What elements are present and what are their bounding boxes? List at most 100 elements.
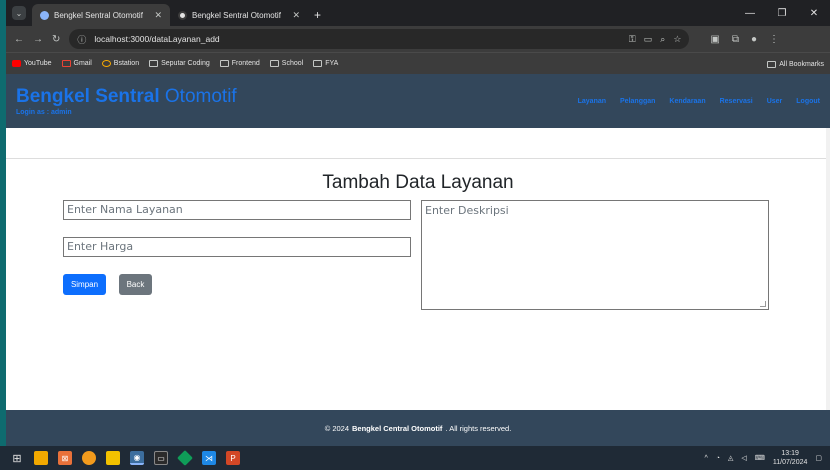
- new-tab-icon[interactable]: +: [314, 8, 321, 22]
- file-explorer-icon[interactable]: [34, 451, 48, 465]
- bookmark-label: Seputar Coding: [161, 60, 210, 67]
- brand-light: Otomotif: [164, 86, 237, 107]
- bookmark-label: All Bookmarks: [779, 60, 824, 68]
- password-key-icon[interactable]: ⚿: [629, 34, 636, 45]
- tab-title: Bengkel Sentral Otomotif: [54, 10, 143, 20]
- bookmark-label: Gmail: [73, 60, 92, 67]
- gmail-icon: [61, 60, 71, 67]
- folder-icon: [149, 60, 159, 67]
- nama-layanan-input[interactable]: Enter Nama Layanan: [63, 200, 411, 220]
- maximize-icon[interactable]: ❐: [766, 0, 798, 26]
- address-bar[interactable]: ⓘ localhost:3000/dataLayanan_add ⚿ ▭ ⌕ ☆: [69, 29, 690, 49]
- powerpoint-icon[interactable]: P: [226, 451, 240, 465]
- nav-kendaraan[interactable]: Kendaraan: [669, 98, 705, 105]
- zoom-icon[interactable]: ⌕: [660, 34, 665, 45]
- brand-logo[interactable]: Bengkel Sentral Otomotif: [16, 86, 237, 108]
- close-window-icon[interactable]: ✕: [798, 0, 830, 26]
- divider: [6, 158, 830, 159]
- clock[interactable]: 13:19 11/07/2024: [773, 449, 808, 467]
- url-text: localhost:3000/dataLayanan_add: [94, 34, 220, 44]
- deskripsi-textarea[interactable]: Enter Deskripsi: [421, 200, 769, 310]
- tab-strip: ⌄ Bengkel Sentral Otomotif ✕ Bengkel Sen…: [6, 0, 830, 26]
- extensions-puzzle-icon[interactable]: ⧉: [732, 34, 739, 45]
- clock-date: 11/07/2024: [772, 459, 808, 466]
- nav-layanan[interactable]: Layanan: [578, 98, 606, 105]
- close-tab-icon[interactable]: ✕: [154, 10, 162, 21]
- bookmark-youtube[interactable]: YouTube: [12, 60, 52, 67]
- web-page: Bengkel Sentral Otomotif Login as : admi…: [6, 74, 830, 446]
- chrome-icon[interactable]: [82, 451, 96, 465]
- bookmark-label: School: [281, 60, 304, 67]
- extension-icon[interactable]: ▣: [710, 34, 719, 45]
- network-icon[interactable]: ◔: [716, 455, 720, 462]
- bookmark-folder-seputar-coding[interactable]: Seputar Coding: [149, 60, 210, 67]
- all-bookmarks[interactable]: All Bookmarks: [767, 53, 824, 75]
- site-info-icon[interactable]: ⓘ: [77, 33, 86, 46]
- bookmark-label: YouTube: [24, 60, 52, 67]
- volume-icon[interactable]: ◁: [741, 454, 746, 462]
- chevron-up-icon[interactable]: ^: [704, 455, 707, 462]
- nav-logout[interactable]: Logout: [796, 98, 820, 105]
- bookmark-star-icon[interactable]: ☆: [673, 34, 681, 45]
- bookmark-folder-frontend[interactable]: Frontend: [219, 60, 260, 67]
- bookmark-label: Bstation: [113, 60, 140, 67]
- bookmark-folder-fya[interactable]: FYA: [313, 60, 338, 67]
- page-title: Tambah Data Layanan: [322, 172, 514, 193]
- system-tray: ^ ◔ ◬ ◁ ⌨ 13:19 11/07/2024 ▢: [704, 446, 822, 470]
- nav-reservasi[interactable]: Reservasi: [720, 98, 753, 105]
- browser-active-icon[interactable]: ◉: [130, 451, 144, 465]
- tab-title: Bengkel Sentral Otomotif: [192, 10, 281, 20]
- resize-handle-icon[interactable]: [760, 301, 766, 307]
- bookmark-gmail[interactable]: Gmail: [61, 60, 92, 67]
- favicon-icon: [40, 10, 49, 20]
- folder-icon: [313, 60, 323, 67]
- folder-icon: [219, 60, 229, 67]
- favicon-icon: [178, 10, 187, 20]
- keyboard-icon[interactable]: ⌨: [755, 454, 765, 462]
- windows-start-icon[interactable]: ⊞: [10, 451, 24, 465]
- window-controls: — ❐ ✕: [734, 0, 830, 26]
- terminal-icon[interactable]: ▭: [154, 451, 168, 465]
- harga-input[interactable]: Enter Harga: [63, 237, 411, 257]
- wifi-icon[interactable]: ◬: [728, 454, 733, 462]
- vscode-icon[interactable]: ⋊: [202, 451, 216, 465]
- folder-icon[interactable]: [106, 451, 120, 465]
- back-arrow-icon[interactable]: ←: [14, 34, 24, 45]
- folder-icon: [269, 60, 279, 67]
- site-header: Bengkel Sentral Otomotif Login as : admi…: [6, 74, 830, 128]
- bookmarks-bar: YouTube Gmail Bstation Seputar Coding Fr…: [6, 52, 830, 74]
- nav-pelanggan[interactable]: Pelanggan: [620, 98, 655, 105]
- bstation-icon: [101, 60, 111, 67]
- footer-brand: Bengkel Central Otomotif: [352, 423, 443, 433]
- reload-icon[interactable]: ↻: [52, 34, 60, 45]
- clock-time: 13:19: [781, 450, 799, 457]
- xampp-icon[interactable]: ⊠: [58, 451, 72, 465]
- main-nav: Layanan Pelanggan Kendaraan Reservasi Us…: [578, 98, 820, 105]
- folder-icon: [767, 60, 777, 68]
- back-button[interactable]: Back: [119, 274, 152, 295]
- cast-icon[interactable]: ▭: [644, 34, 653, 45]
- footer-copyright: © 2024: [324, 423, 349, 433]
- browser-window: ⌄ Bengkel Sentral Otomotif ✕ Bengkel Sen…: [6, 0, 830, 446]
- notification-icon[interactable]: ▢: [815, 454, 822, 462]
- bookmark-folder-school[interactable]: School: [269, 60, 304, 67]
- bookmark-label: FYA: [325, 60, 339, 67]
- forward-arrow-icon[interactable]: →: [33, 34, 43, 45]
- minimize-icon[interactable]: —: [734, 0, 766, 26]
- close-tab-icon[interactable]: ✕: [292, 10, 300, 21]
- page-scrollbar[interactable]: [826, 128, 830, 410]
- windows-taskbar: ⊞ ⊠ ◉ ▭ ⋊ P ^ ◔ ◬ ◁ ⌨ 13:19 11/07/2024 ▢: [0, 446, 830, 470]
- footer-suffix: . All rights reserved.: [445, 423, 512, 433]
- youtube-icon: [12, 60, 21, 67]
- git-icon[interactable]: [177, 450, 193, 466]
- menu-kebab-icon[interactable]: ⋮: [769, 34, 779, 45]
- tab-search-icon[interactable]: ⌄: [12, 6, 26, 20]
- tab-active[interactable]: Bengkel Sentral Otomotif ✕: [32, 4, 170, 26]
- bookmark-bstation[interactable]: Bstation: [101, 60, 140, 67]
- simpan-button[interactable]: Simpan: [63, 274, 106, 295]
- login-status: Login as : admin: [16, 109, 72, 116]
- browser-toolbar: ← → ↻ ⓘ localhost:3000/dataLayanan_add ⚿…: [6, 26, 830, 52]
- tab-inactive[interactable]: Bengkel Sentral Otomotif ✕: [170, 4, 308, 26]
- profile-avatar-icon[interactable]: ●: [751, 34, 757, 45]
- nav-user[interactable]: User: [767, 98, 783, 105]
